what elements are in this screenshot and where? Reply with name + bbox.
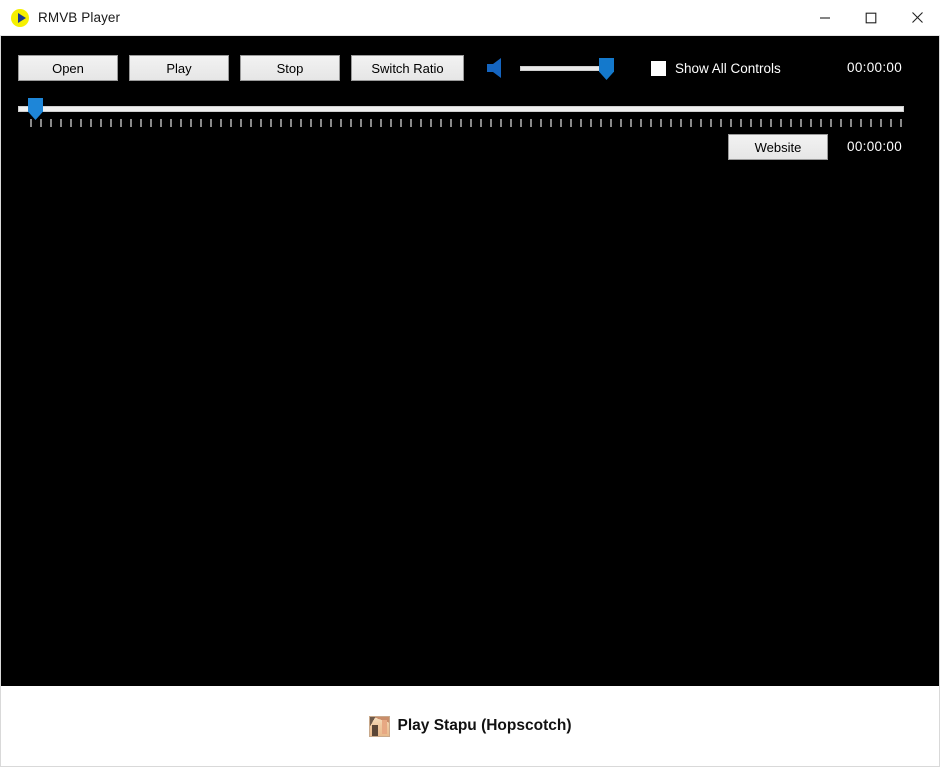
checkbox-box[interactable] bbox=[651, 60, 666, 76]
bottom-promo-bar: Play Stapu (Hopscotch) bbox=[0, 686, 940, 767]
elapsed-time-display: 00:00:00 bbox=[847, 60, 902, 75]
window-title: RMVB Player bbox=[38, 10, 121, 25]
volume-slider[interactable] bbox=[520, 55, 616, 81]
play-button[interactable]: Play bbox=[129, 55, 229, 81]
volume-slider-thumb[interactable] bbox=[599, 58, 614, 80]
maximize-icon[interactable] bbox=[848, 0, 894, 36]
minimize-icon[interactable] bbox=[802, 0, 848, 36]
switch-ratio-button[interactable]: Switch Ratio bbox=[351, 55, 464, 81]
video-display-area[interactable]: Open Play Stop Switch Ratio Show All Con… bbox=[0, 36, 940, 686]
show-all-controls-label: Show All Controls bbox=[675, 60, 781, 76]
seek-slider-ticks bbox=[30, 119, 906, 127]
speaker-icon[interactable] bbox=[483, 55, 511, 81]
seek-slider[interactable] bbox=[18, 95, 906, 129]
total-time-display: 00:00:00 bbox=[847, 139, 902, 154]
volume-slider-track bbox=[520, 66, 605, 71]
stop-button[interactable]: Stop bbox=[240, 55, 340, 81]
open-button[interactable]: Open bbox=[18, 55, 118, 81]
player-window: RMVB Player Open Play Stop Switch Ratio bbox=[0, 0, 940, 767]
player-toolbar: Open Play Stop Switch Ratio Show All Con… bbox=[1, 51, 939, 85]
title-bar: RMVB Player bbox=[0, 0, 940, 36]
secondary-toolbar: Website 00:00:00 bbox=[1, 134, 939, 162]
play-circle-icon bbox=[11, 8, 29, 27]
promo-label: Play Stapu (Hopscotch) bbox=[397, 717, 572, 734]
show-all-controls-checkbox[interactable]: Show All Controls bbox=[651, 55, 781, 81]
close-icon[interactable] bbox=[894, 0, 940, 36]
window-controls bbox=[802, 0, 940, 36]
video-thumbnail-icon bbox=[368, 715, 390, 737]
seek-slider-track[interactable] bbox=[18, 106, 904, 112]
website-button[interactable]: Website bbox=[728, 134, 828, 160]
promo-link[interactable]: Play Stapu (Hopscotch) bbox=[368, 715, 572, 737]
seek-slider-thumb[interactable] bbox=[28, 98, 43, 120]
